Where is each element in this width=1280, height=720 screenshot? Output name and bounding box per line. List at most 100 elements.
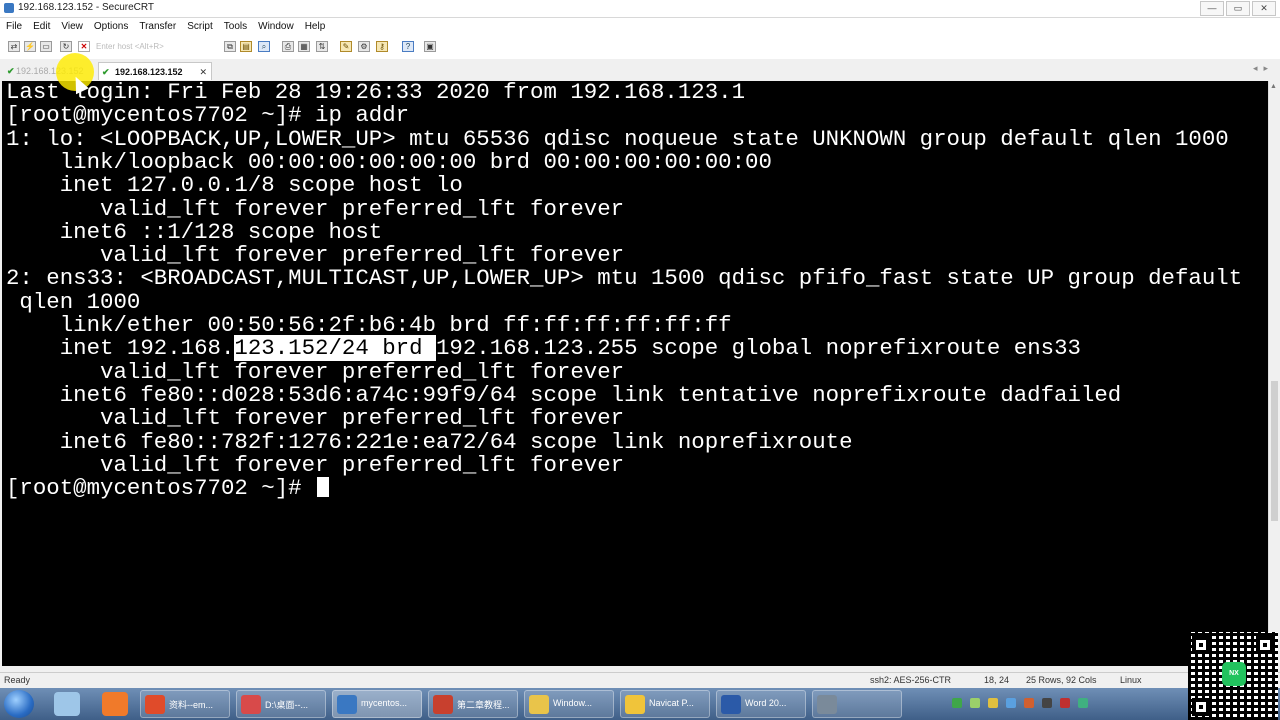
find-icon[interactable]: ⌕ (258, 41, 270, 52)
menu-tools[interactable]: Tools (224, 21, 247, 32)
session-tab-bar: ✔ 192.168.123.152 ✔ 192.168.123.152 ✕ ◂▸ (0, 59, 1280, 81)
taskbar-button[interactable]: Window... (524, 690, 614, 718)
terminal-prompt-line[interactable]: [root@mycentos7702 ~]# (6, 476, 330, 500)
menu-bar: File Edit View Options Transfer Script T… (0, 18, 1280, 35)
chrome-icon (145, 695, 165, 714)
scrollbar-thumb[interactable] (1271, 381, 1278, 521)
folder-icon (529, 695, 549, 714)
maximize-button[interactable]: ▭ (1226, 1, 1250, 16)
status-os: Linux (1120, 675, 1142, 685)
taskbar-button[interactable]: Word 20... (716, 690, 806, 718)
inet-text-after: 192.168.123.255 scope global noprefixrou… (435, 335, 1081, 362)
menu-transfer[interactable]: Transfer (139, 21, 176, 32)
app-icon (817, 695, 837, 714)
tray-icon[interactable] (970, 698, 980, 708)
terminal-line: valid_lft forever preferred_lft forever (6, 195, 625, 222)
connected-check-icon: ✔ (7, 66, 15, 76)
window-controls: — ▭ ✕ (1200, 1, 1276, 16)
menu-script[interactable]: Script (187, 21, 213, 32)
windows-taskbar: 资料--em... D:\桌面--... mycentos... 第二章教程..… (0, 688, 1280, 720)
print-icon[interactable]: ⎙ (282, 41, 294, 52)
paste-icon[interactable]: ▤ (240, 41, 252, 52)
status-ready: Ready (4, 675, 31, 685)
terminal-screen[interactable]: Last login: Fri Feb 28 19:26:33 2020 fro… (2, 81, 1268, 666)
tray-icon[interactable] (952, 698, 962, 708)
tray-icon[interactable] (1024, 698, 1034, 708)
terminal-line: qlen 1000 (6, 288, 141, 315)
navicat-icon (625, 695, 645, 714)
help-icon[interactable]: ? (402, 41, 414, 52)
terminal-line: 2: ens33: <BROADCAST,MULTICAST,UP,LOWER_… (6, 265, 1243, 292)
terminal-line: inet6 fe80::d028:53d6:a74c:99f9/64 scope… (6, 381, 1122, 408)
tray-icon[interactable] (988, 698, 998, 708)
sftp-icon[interactable]: ⇅ (316, 41, 328, 52)
terminal-line: inet 127.0.0.1/8 scope host lo (6, 172, 463, 199)
terminal-line: link/loopback 00:00:00:00:00:00 brd 00:0… (6, 148, 772, 175)
keymap-icon[interactable]: ⚷ (376, 41, 388, 52)
terminal-line: valid_lft forever preferred_lft forever (6, 451, 625, 478)
start-button[interactable] (4, 690, 34, 718)
connected-check-icon: ✔ (102, 67, 110, 77)
session-options-icon[interactable]: ✎ (340, 41, 352, 52)
qr-code-overlay: NX (1188, 632, 1278, 720)
taskbar-button[interactable]: mycentos... (332, 690, 422, 718)
status-bar: Ready ssh2: AES-256-CTR 18, 24 25 Rows, … (0, 672, 1280, 689)
tab-label: 192.168.123.152 (115, 67, 183, 77)
copy-icon[interactable]: ⧉ (224, 41, 236, 52)
taskbar-button[interactable] (812, 690, 902, 718)
status-terminal-size: 25 Rows, 92 Cols (1026, 675, 1097, 685)
global-options-icon[interactable]: ⚙ (358, 41, 370, 52)
tray-icon[interactable] (1060, 698, 1070, 708)
close-button[interactable]: ✕ (1252, 1, 1276, 16)
menu-help[interactable]: Help (305, 21, 326, 32)
taskbar-button[interactable]: 资料--em... (140, 690, 230, 718)
tray-icon[interactable] (1042, 698, 1052, 708)
menu-edit[interactable]: Edit (33, 21, 50, 32)
quick-connect-input[interactable]: Enter host <Alt+R> (96, 41, 214, 53)
qr-finder-pattern (1192, 698, 1210, 716)
terminal-line: valid_lft forever preferred_lft forever (6, 405, 625, 432)
menu-view[interactable]: View (61, 21, 83, 32)
status-cursor-position: 18, 24 (984, 675, 1010, 685)
menu-file[interactable]: File (6, 21, 22, 32)
selected-text[interactable]: 123.152/24 brd (234, 335, 436, 362)
menu-options[interactable]: Options (94, 21, 128, 32)
disconnect-icon[interactable]: ✕ (78, 41, 90, 52)
terminal-scrollbar[interactable]: ▲ ▼ (1268, 81, 1280, 666)
status-cipher: ssh2: AES-256-CTR (870, 675, 952, 685)
terminal-line: inet6 fe80::782f:1276:221e:ea72/64 scope… (6, 428, 853, 455)
menu-window[interactable]: Window (258, 21, 294, 32)
terminal-line: link/ether 00:50:56:2f:b6:4b brd ff:ff:f… (6, 312, 732, 338)
quick-connect-icon[interactable]: ⚡ (24, 41, 36, 52)
terminal-line: 1: lo: <LOOPBACK,UP,LOWER_UP> mtu 65536 … (6, 125, 1229, 152)
terminal-line: inet6 ::1/128 scope host (6, 218, 383, 245)
terminal-line: Last login: Fri Feb 28 19:26:33 2020 fro… (6, 81, 746, 105)
title-bar: 192.168.123.152 - SecureCRT — ▭ ✕ (0, 0, 1280, 18)
tray-icon[interactable] (1006, 698, 1016, 708)
print-setup-icon[interactable]: ▦ (298, 41, 310, 52)
taskbar-button[interactable]: Navicat P... (620, 690, 710, 718)
pinned-app-icon[interactable] (54, 692, 80, 716)
minimize-button[interactable]: — (1200, 1, 1224, 16)
reconnect-icon[interactable]: ↻ (60, 41, 72, 52)
tab-scroll-arrows[interactable]: ◂▸ (1253, 63, 1274, 74)
tray-icon[interactable] (1078, 698, 1088, 708)
close-tab-icon[interactable]: ✕ (199, 63, 207, 81)
pdf-icon (241, 695, 261, 714)
taskbar-button[interactable]: D:\桌面--... (236, 690, 326, 718)
terminal-line: valid_lft forever preferred_lft forever (6, 242, 625, 269)
securecrt-app-icon (4, 3, 14, 13)
terminal-line: valid_lft forever preferred_lft forever (6, 358, 625, 385)
text-cursor (317, 477, 330, 498)
toolbar: ⇄ ⚡ ▭ ↻ ✕ Enter host <Alt+R> ⧉ ▤ ⌕ ⎙ ▦ ⇅… (0, 35, 1280, 60)
pinned-app-icon[interactable] (102, 692, 128, 716)
qr-finder-pattern (1256, 636, 1274, 654)
qr-finder-pattern (1192, 636, 1210, 654)
securecrt-icon (337, 695, 357, 714)
scroll-up-icon[interactable]: ▲ (1270, 83, 1277, 90)
tab-session-2[interactable]: ✔ 192.168.123.152 ✕ (98, 62, 212, 80)
taskbar-button[interactable]: 第二章教程... (428, 690, 518, 718)
customize-icon[interactable]: ▣ (424, 41, 436, 52)
connect-icon[interactable]: ⇄ (8, 41, 20, 52)
connect-in-tab-icon[interactable]: ▭ (40, 41, 52, 52)
